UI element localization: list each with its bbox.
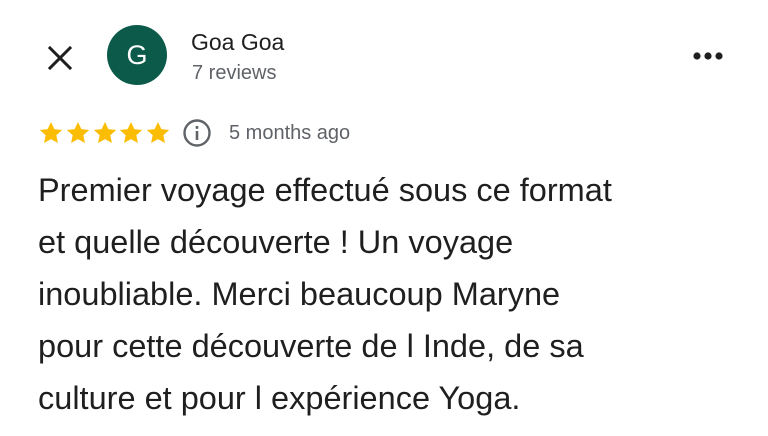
review-card: G Goa Goa 7 reviews 5 months ago Premier… bbox=[0, 0, 768, 436]
star-icon bbox=[93, 121, 116, 143]
more-options-button[interactable] bbox=[686, 36, 730, 76]
reviewer-name[interactable]: Goa Goa bbox=[191, 28, 284, 56]
reviewer-review-count: 7 reviews bbox=[192, 62, 277, 84]
close-icon[interactable] bbox=[47, 45, 73, 71]
review-text-line: Premier voyage effectué sous ce format bbox=[38, 172, 612, 208]
review-text-line: inoubliable. Merci beaucoup Maryne bbox=[38, 276, 561, 312]
star-icon bbox=[66, 121, 89, 143]
info-button[interactable] bbox=[182, 118, 212, 148]
star-icon bbox=[39, 121, 63, 143]
close-button[interactable] bbox=[40, 38, 80, 78]
review-text-line: et quelle découverte ! Un voyage bbox=[38, 224, 514, 260]
star-rating bbox=[38, 120, 172, 146]
review-text: Premier voyage effectué sous ce format et… bbox=[38, 164, 748, 424]
star-icon bbox=[120, 121, 143, 143]
avatar[interactable]: G bbox=[107, 25, 167, 85]
rating-row: 5 months ago bbox=[38, 117, 350, 149]
more-vertical-dots-icon[interactable] bbox=[693, 51, 723, 61]
review-time: 5 months ago bbox=[228, 121, 351, 144]
star-icon bbox=[147, 121, 170, 143]
review-text-line: pour cette découverte de l Inde, de sa bbox=[38, 328, 584, 364]
info-icon[interactable] bbox=[182, 118, 212, 148]
review-text-line: culture et pour l expérience Yoga. bbox=[38, 380, 521, 416]
avatar-initial: G bbox=[126, 39, 148, 70]
